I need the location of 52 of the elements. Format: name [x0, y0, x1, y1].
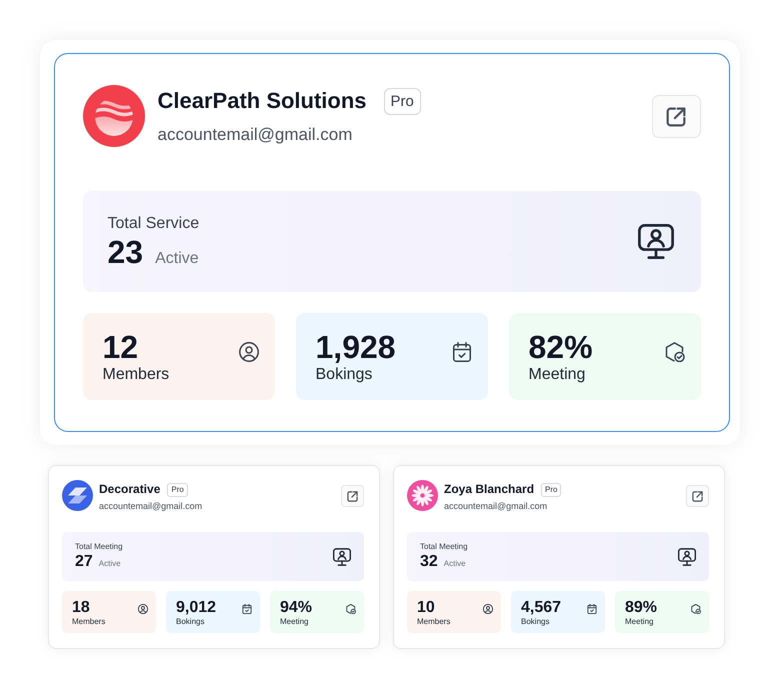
- stat-value: 4,567: [521, 598, 562, 616]
- calendar-check-icon: [452, 342, 472, 362]
- stat-value: 1,928: [316, 328, 396, 364]
- summary-value: 27: [75, 552, 93, 571]
- stat-value: 82%: [528, 328, 593, 364]
- summary-value: 32: [420, 552, 438, 571]
- external-link-button[interactable]: [341, 485, 364, 507]
- summary-label: Total Meeting: [75, 542, 123, 552]
- stat-value: 89%: [625, 598, 658, 616]
- stat-label: Members: [417, 616, 450, 626]
- status-text: Active: [98, 559, 121, 568]
- summary-label: Total Meeting: [420, 542, 468, 552]
- badge-check-icon: [664, 342, 684, 362]
- summary-label: Total Service: [108, 214, 200, 234]
- monitor-user-icon: [638, 224, 674, 259]
- stat-label: Members: [102, 364, 170, 384]
- status-text: Active: [444, 559, 466, 568]
- stat-label: Members: [72, 616, 106, 626]
- stat-value: 9,012: [176, 598, 216, 616]
- stat-label: Meeting: [625, 616, 654, 626]
- stat-value: 12: [102, 328, 140, 364]
- stat-label: Bokings: [176, 616, 206, 626]
- plan-badge: Pro: [541, 482, 562, 496]
- stat-label: Meeting: [280, 616, 310, 626]
- calendar-check-icon: [242, 604, 252, 614]
- external-link-icon: [692, 490, 703, 502]
- external-link-icon: [666, 106, 686, 126]
- stat-value: 94%: [280, 598, 312, 616]
- user-circle-icon: [238, 342, 258, 362]
- stat-label: Bokings: [521, 616, 550, 626]
- summary-value: 23: [108, 234, 144, 270]
- stat-label: Bokings: [316, 364, 374, 384]
- status-text: Active: [155, 250, 199, 268]
- company-name: Zoya Blanchard: [444, 482, 534, 497]
- stat-value: 10: [417, 598, 436, 616]
- company-name: Decorative: [99, 482, 160, 497]
- monitor-user-icon: [333, 548, 351, 566]
- monitor-user-icon: [678, 548, 696, 566]
- external-link-button[interactable]: [686, 485, 709, 507]
- email-text: accountemail@gmail.com: [444, 501, 548, 512]
- calendar-check-icon: [587, 604, 597, 614]
- badge-check-icon: [346, 604, 356, 614]
- external-link-button[interactable]: [652, 95, 700, 138]
- email-text: accountemail@gmail.com: [158, 125, 354, 145]
- plan-badge: Pro: [384, 88, 421, 114]
- email-text: accountemail@gmail.com: [99, 501, 202, 512]
- company-name: ClearPath Solutions: [158, 87, 367, 115]
- plan-badge: Pro: [167, 482, 188, 496]
- stat-value: 18: [72, 598, 91, 616]
- external-link-icon: [347, 490, 358, 502]
- stat-label: Meeting: [528, 364, 586, 384]
- badge-check-icon: [691, 604, 701, 614]
